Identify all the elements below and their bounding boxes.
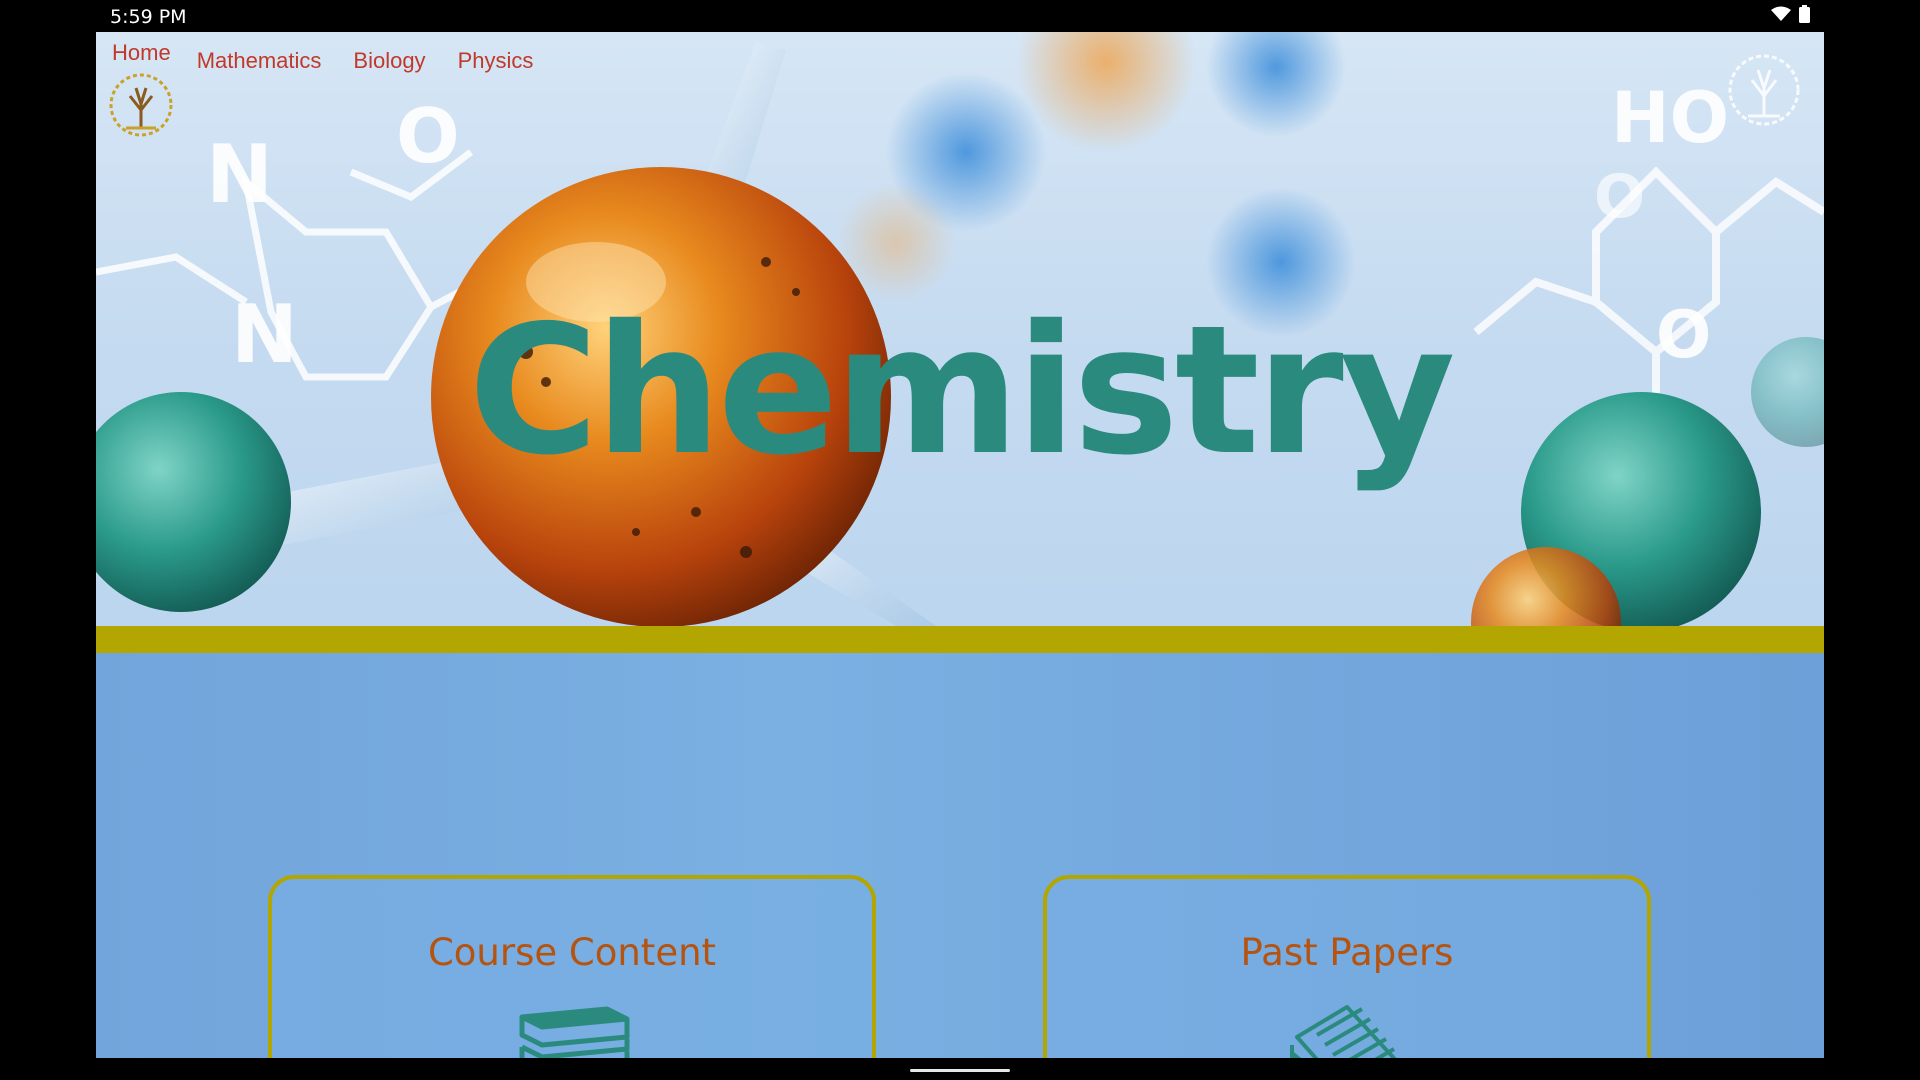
hero-banner: N N O HO O O Chemistry Home Mathematics … bbox=[96, 32, 1824, 626]
svg-text:O: O bbox=[1594, 162, 1645, 232]
nav-home[interactable]: Home bbox=[112, 40, 171, 66]
status-time: 5:59 PM bbox=[110, 6, 187, 28]
page-title: Chemistry bbox=[468, 287, 1455, 494]
past-papers-card[interactable]: Past Papers bbox=[1043, 875, 1651, 1058]
svg-text:O: O bbox=[396, 92, 460, 180]
content-area: Course Content Past Papers bbox=[96, 653, 1824, 1058]
top-nav: Home Mathematics Biology Physics bbox=[112, 40, 565, 74]
books-icon bbox=[272, 997, 872, 1058]
home-indicator[interactable] bbox=[910, 1069, 1010, 1072]
nav-biology[interactable]: Biology bbox=[353, 48, 425, 74]
nav-physics[interactable]: Physics bbox=[458, 48, 534, 74]
school-logo bbox=[106, 70, 176, 145]
nav-mathematics[interactable]: Mathematics bbox=[197, 48, 322, 74]
course-content-card[interactable]: Course Content bbox=[268, 875, 876, 1058]
svg-text:HO: HO bbox=[1611, 77, 1729, 159]
battery-icon bbox=[1799, 5, 1810, 28]
status-icons bbox=[1771, 5, 1810, 28]
card-label: Course Content bbox=[427, 931, 717, 974]
status-bar: 5:59 PM bbox=[0, 0, 1920, 32]
app-window: N N O HO O O Chemistry Home Mathematics … bbox=[96, 32, 1824, 1058]
watermark-logo bbox=[1724, 50, 1804, 135]
papers-icon bbox=[1047, 997, 1647, 1058]
card-label: Past Papers bbox=[1240, 931, 1454, 974]
svg-text:N: N bbox=[206, 128, 273, 221]
accent-divider bbox=[96, 626, 1824, 653]
wifi-icon bbox=[1771, 6, 1791, 27]
